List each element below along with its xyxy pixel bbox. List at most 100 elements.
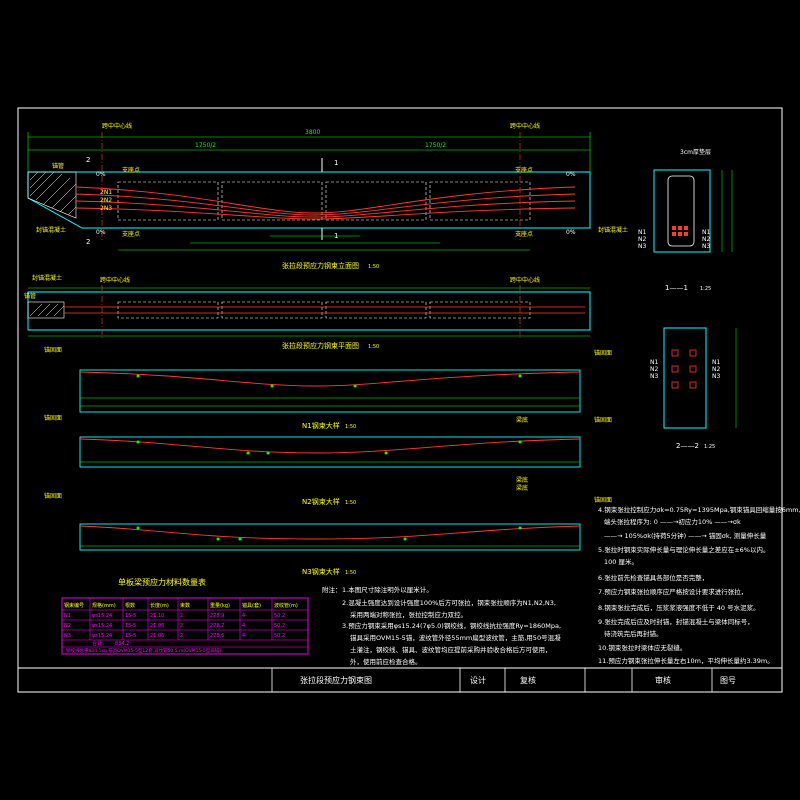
notes-left: 附注： 1.本图尺寸除注明外以厘米计。 2.混凝土强度达到设计强度100%后方可…	[322, 585, 561, 666]
tendon-label-2n1: 2N1	[100, 189, 112, 196]
table-total-label: 合计	[92, 640, 102, 647]
sec11-title: 1——1	[665, 284, 688, 292]
n2-anchor-face-right: 锚固面	[594, 416, 612, 424]
table-cell: 4	[242, 613, 245, 619]
n2-detail-scale: 1:50	[345, 500, 356, 506]
table-cell: 15-5	[125, 623, 136, 629]
sec22-n3-left: N3	[650, 373, 658, 380]
n1-beam-bottom: 梁底	[516, 416, 528, 424]
n3-anchor-face-left: 锚固面	[44, 492, 62, 500]
midline-label-right: 跨中中心线	[510, 122, 540, 130]
dim-right-half: 1750/2	[425, 142, 446, 149]
sec11-n2-right: N2	[702, 236, 710, 243]
n3-beam-bottom: 梁底	[516, 484, 528, 492]
table-cell: φs15.24	[92, 613, 112, 619]
sec11-scale: 1:25	[700, 286, 711, 292]
table-cell: φs15.24	[92, 623, 112, 629]
sec11-n3-right: N3	[702, 243, 710, 250]
title-block: 张拉段预应力钢束图 设计 复核 审核 图号	[271, 668, 736, 692]
note-3: 3.预应力钢束采用φs15.24(7φ5.0)钢绞线，钢绞线抗拉强度Ry=186…	[342, 621, 561, 630]
section-2-left-bottom: 2	[86, 238, 90, 246]
anchor-pipe-label: 锚管	[52, 162, 64, 170]
n1-tendon-detail: 锚固面 锚固面 梁底 N1钢束大样 1:50	[44, 346, 612, 430]
notes-right: 4.钢束张拉控制应力σk=0.75Ry=1395Mpa,钢束锚具回缩量按6mm,…	[598, 505, 800, 665]
table-header-cell: 波纹管(m)	[274, 602, 298, 609]
elevation-title: 张拉段预应力钢束立面图	[282, 261, 359, 270]
sec22-n1-right: N1	[712, 359, 720, 366]
note-r4b: 端头张拉程序为: 0 ——→初应力10% ——→σk	[604, 517, 741, 526]
table-header-cell: 根数	[125, 602, 135, 609]
n1-detail-scale: 1:50	[345, 424, 356, 430]
n2-detail-title: N2钢束大样	[302, 497, 340, 506]
table-header-cell: 长度(m)	[150, 602, 169, 609]
tendon-label-2n2: 2N2	[100, 197, 112, 204]
sec11-n1-right: N1	[702, 229, 710, 236]
section-2-left: 2	[86, 156, 90, 164]
n1-detail-title: N1钢束大样	[302, 421, 340, 430]
note-2b: 采用两端对称张拉，张拉控制应力双控。	[350, 610, 467, 619]
slope-br: 0%	[566, 229, 576, 236]
note-r9b: 待浇筑完后再封锚。	[604, 629, 663, 638]
slope-tr: 0%	[566, 171, 576, 178]
note-r10: 10.钢束张拉时梁体应无裂缝。	[598, 643, 686, 652]
table-cell: N3	[64, 633, 71, 639]
anchor-concrete-right: 封锚混凝土	[598, 226, 628, 234]
table-title: 单板梁预应力材料数量表	[118, 577, 206, 587]
section-1-top: 1	[334, 159, 338, 167]
table-cell: 15-5	[125, 633, 136, 639]
beam-plan-outline	[27, 291, 591, 331]
anchor-concrete-left: 封锚混凝土	[36, 226, 66, 234]
note-1: 1.本图尺寸除注明外以厘米计。	[342, 585, 433, 594]
plan-midline-left: 跨中中心线	[100, 276, 130, 284]
n2-beam-bottom: 梁底	[516, 476, 528, 484]
material-table: 单板梁预应力材料数量表 钢束编号 规格(mm) 根数 长度(m) 束数 重量(kg) 锚具(…	[61, 577, 309, 655]
section-2-2: N1 N2 N3 N1 N2 N3 2——2 1:25	[650, 327, 737, 450]
n1-anchor-face-right: 锚固面	[594, 349, 612, 357]
plan-midline-right: 跨中中心线	[510, 276, 540, 284]
table-cell: 21.10	[150, 613, 164, 619]
note-r7: 7.预应力钢束张拉顺序应严格按设计要求进行张拉，	[598, 587, 747, 596]
table-cell: N2	[64, 623, 71, 629]
table-header-cell: 束数	[180, 602, 190, 609]
table-cell: 15-5	[125, 613, 136, 619]
table-cell: 50.2	[274, 623, 285, 629]
sec22-title: 2——2	[676, 442, 699, 450]
sec11-pad-label: 3cm厚垫层	[680, 148, 711, 156]
note-r6: 6.张拉前先检查锚具各部位是否完整，	[598, 573, 708, 582]
table-cell: 2	[180, 633, 183, 639]
table-cell: 21.06	[150, 623, 164, 629]
n1-anchor-face-left: 锚固面	[44, 346, 62, 354]
note-3c: 土灌注，钢绞线、锚具、波纹管均应提前采购并验收合格后方可使用，	[350, 645, 552, 654]
sec22-scale: 1:25	[704, 444, 715, 450]
dim-left-half: 1750/2	[195, 142, 216, 149]
n3-anchor-face-right: 锚固面	[594, 496, 612, 504]
section-1-1: 3cm厚垫层 N1 N2 N3 N1 N2 N3 1——1 1:25	[638, 148, 733, 292]
support-point-bl: 支座点	[122, 230, 140, 238]
table-cell: φs15.24	[92, 633, 112, 639]
n3-detail-title: N3钢束大样	[302, 567, 340, 576]
sec22-n2-right: N2	[712, 366, 720, 373]
elevation-view: 3800 1750/2 1750/2 跨中中心线 跨中中心线 1 1 2 2 锚…	[27, 122, 628, 270]
drawing-name: 张拉段预应力钢束图	[300, 675, 372, 685]
tendon-label-2n3: 2N3	[100, 205, 112, 212]
n2-anchor-face-left: 锚固面	[44, 414, 62, 422]
design-label: 设计	[470, 675, 486, 685]
table-cell: 2	[180, 613, 183, 619]
plan-title: 张拉段预应力钢束平面图	[282, 341, 359, 350]
sec22-n1-left: N1	[650, 359, 658, 366]
table-header-cell: 钢束编号	[64, 602, 84, 609]
note-3b: 锚具采用OVM15-5锚，波纹管外径55mm扁型波纹管，主筋,用50号混凝	[350, 633, 561, 642]
plan-anchor-concrete: 封锚混凝土	[32, 274, 62, 282]
n3-detail-scale: 1:50	[345, 570, 356, 576]
table-cell: 4	[242, 633, 245, 639]
table-footer: 钢绞线总重834.1kg,锚具OVM15-5型12套,波纹管50.5 m(OVM…	[66, 647, 221, 654]
plan-scale: 1:50	[368, 344, 379, 350]
table-cell: 2	[180, 623, 183, 629]
table-cell: 4	[242, 623, 245, 629]
note-r5b: 100 厘米。	[604, 557, 638, 566]
note-r4c: ——→ 105%σk(持荷5分钟) ——→ 锚固σk, 测量伸长量	[604, 531, 767, 540]
note-r4a: 4.钢束张拉控制应力σk=0.75Ry=1395Mpa,钢束锚具回缩量按6mm,	[598, 505, 800, 514]
table-cell: 50.2	[274, 613, 285, 619]
sec22-n2-left: N2	[650, 366, 658, 373]
note-r11: 11.预应力钢束张拉伸长量左右10m，平均伸长量约3.39m。	[598, 656, 774, 665]
